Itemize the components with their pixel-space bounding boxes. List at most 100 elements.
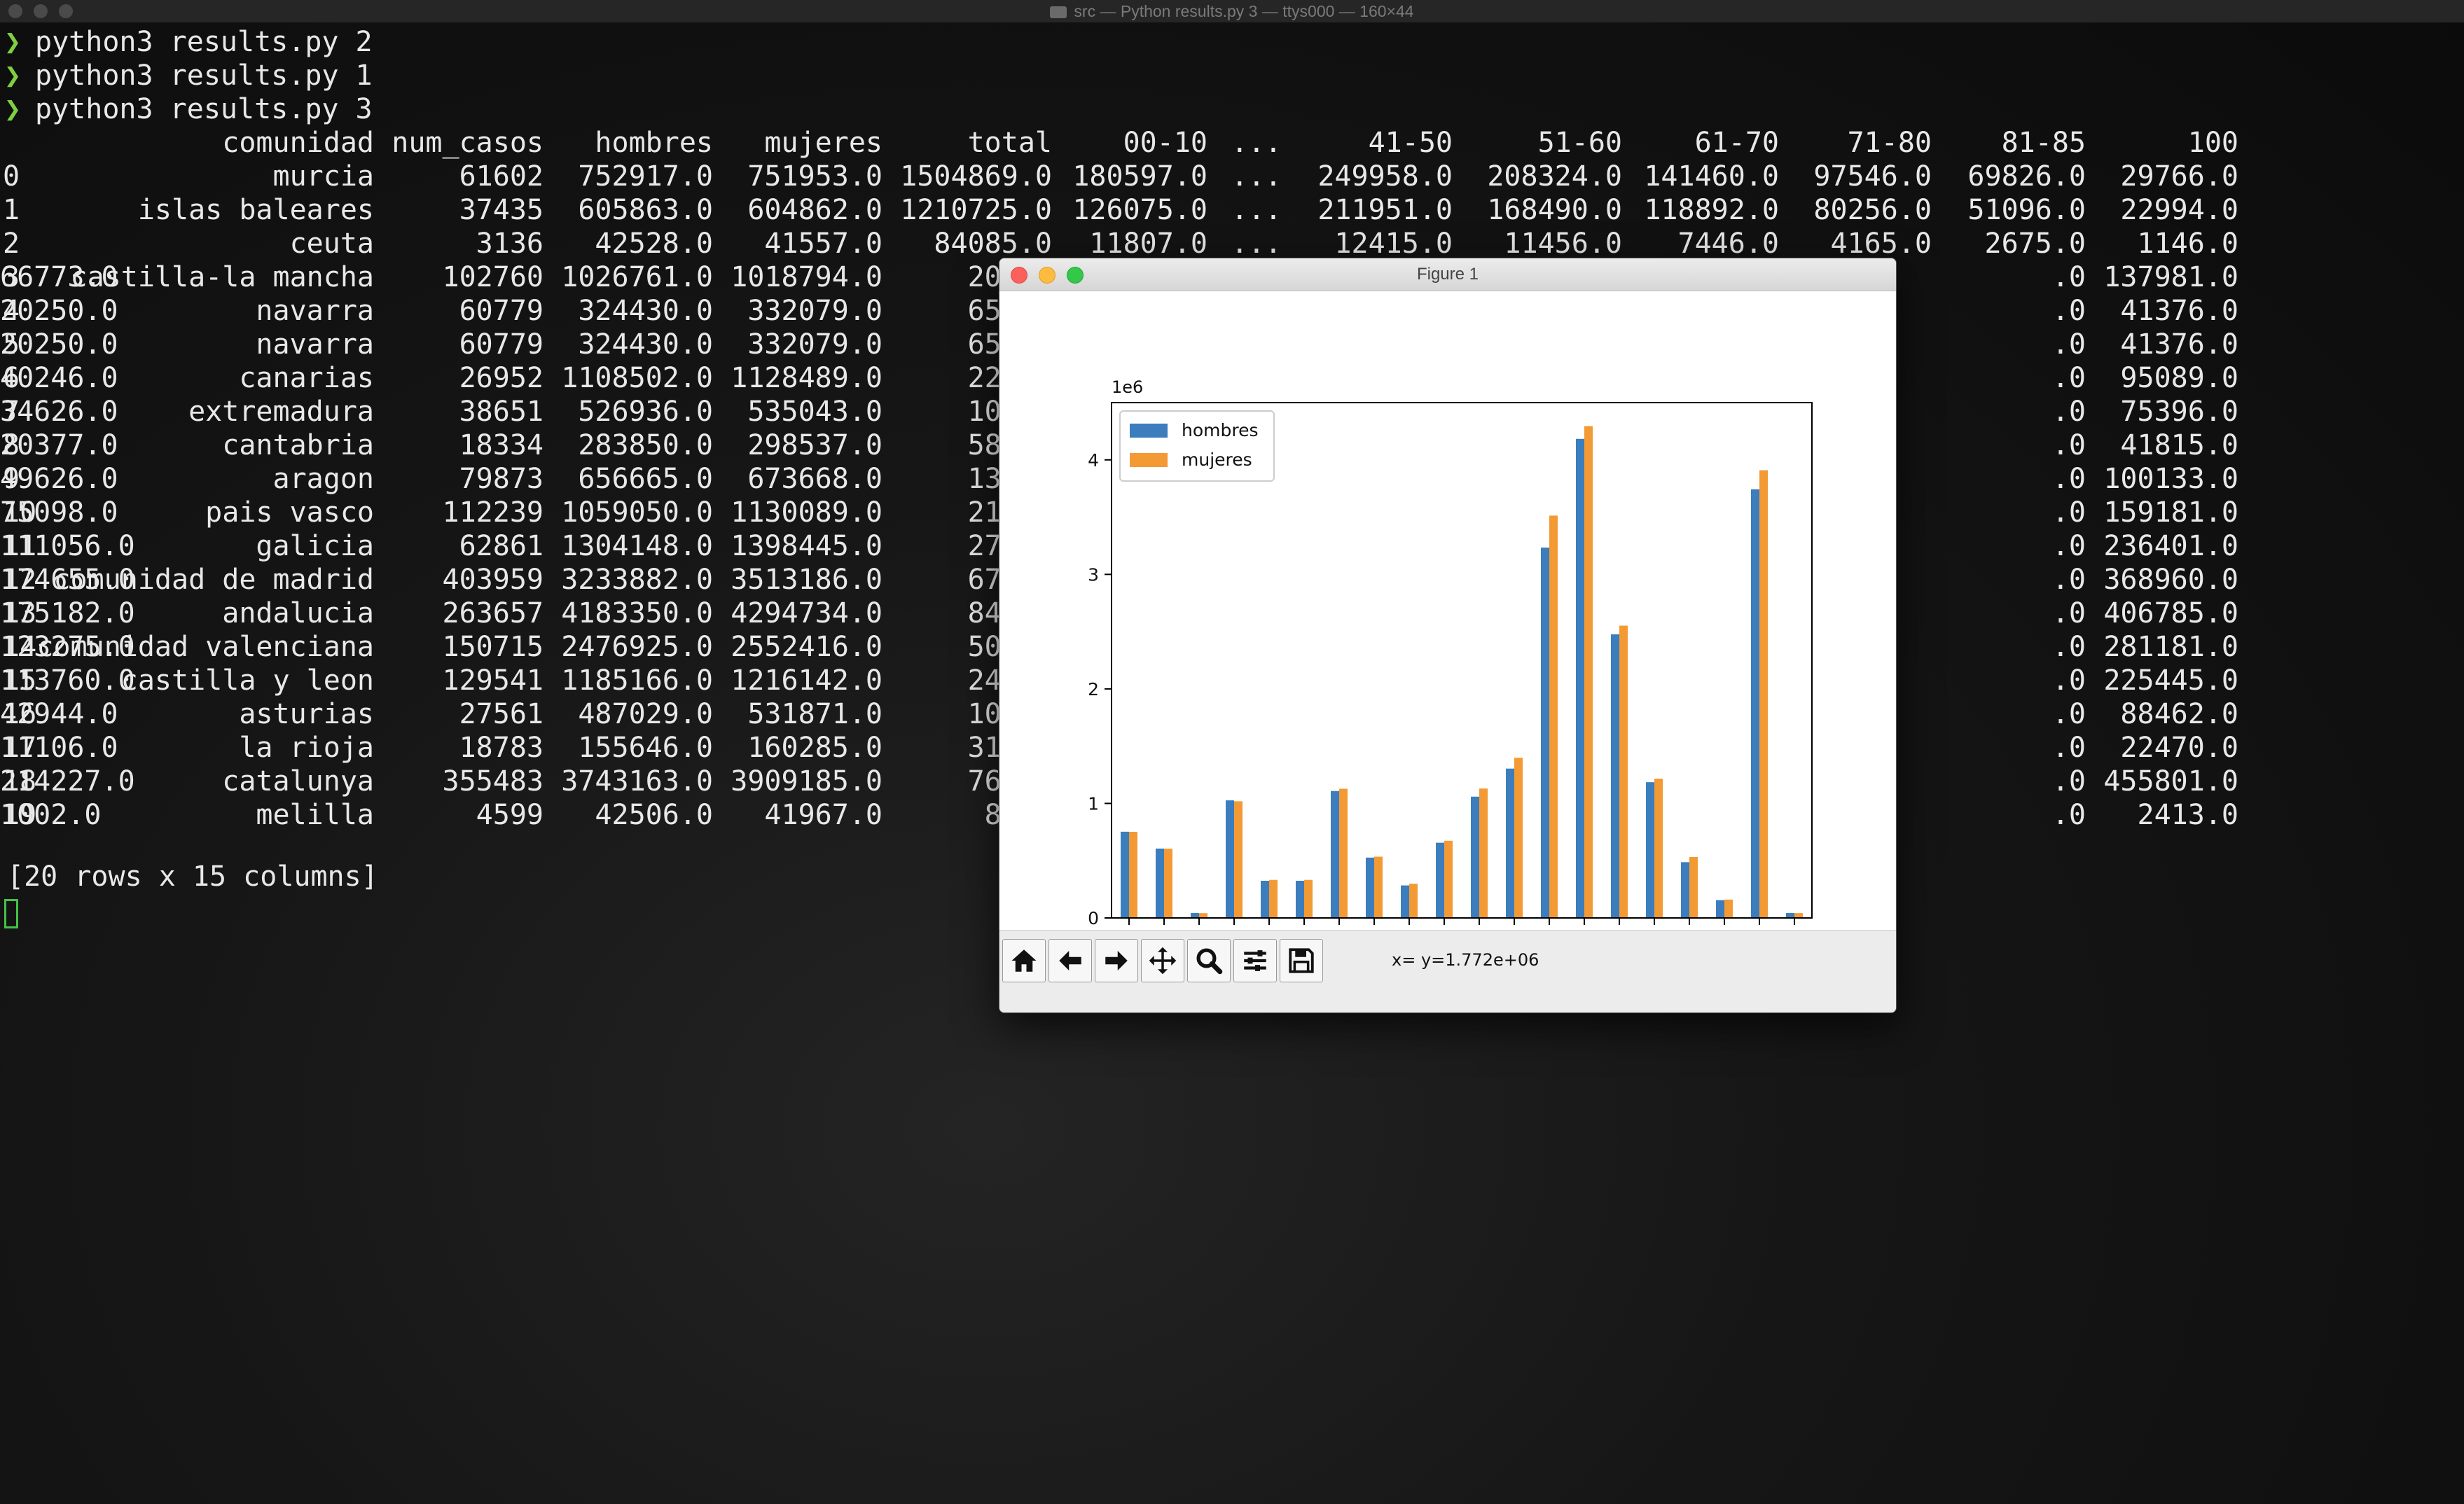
table-cell: 2413.0 bbox=[2137, 799, 2239, 831]
y-tick-label: 4 bbox=[1088, 450, 1099, 471]
column-header: comunidad bbox=[222, 127, 374, 159]
terminal-titlebar: src — Python results.py 3 — ttys000 — 16… bbox=[0, 0, 2464, 23]
pan-button[interactable] bbox=[1141, 939, 1184, 982]
mujeres-bar bbox=[1374, 856, 1383, 918]
mujeres-bar bbox=[1304, 879, 1313, 918]
y-tick-label: 2 bbox=[1088, 679, 1099, 699]
table-cell: 118892.0 bbox=[1644, 194, 1779, 226]
table-cell: 51096.0 bbox=[1967, 194, 2086, 226]
column-header: 00-10 bbox=[1123, 127, 1207, 159]
table-cell: ... bbox=[1231, 228, 1282, 260]
mujeres-bar bbox=[1724, 899, 1733, 918]
hombres-bar bbox=[1716, 900, 1724, 918]
table-cell: .0 bbox=[2051, 396, 2086, 428]
table-cell: .0 bbox=[2051, 631, 2086, 663]
table-cell: 159181.0 bbox=[2103, 496, 2238, 529]
back-icon bbox=[1059, 951, 1081, 970]
back-button[interactable] bbox=[1048, 939, 1092, 982]
table-cell: 752917.0 bbox=[578, 160, 713, 193]
table-cell: 751953.0 bbox=[747, 160, 883, 193]
table-cell: 4165.0 bbox=[1830, 228, 1932, 260]
configure-button[interactable] bbox=[1233, 939, 1277, 982]
column-header: 71-80 bbox=[1847, 127, 1932, 159]
prompt-arrow-icon: ❯ bbox=[4, 60, 22, 92]
hombres-bar bbox=[1751, 489, 1759, 918]
forward-button[interactable] bbox=[1095, 939, 1138, 982]
legend: hombres mujeres bbox=[1119, 410, 1275, 482]
table-cell: .0 bbox=[2051, 261, 2086, 293]
table-cell: canarias bbox=[239, 362, 374, 394]
table-cell: 211951.0 bbox=[1317, 194, 1453, 226]
figure-titlebar[interactable]: Figure 1 bbox=[999, 258, 1896, 291]
table-cell: 249958.0 bbox=[1317, 160, 1453, 193]
table-cell: 1059050.0 bbox=[561, 496, 713, 529]
column-header: hombres bbox=[595, 127, 713, 159]
table-cell: 20377.0 bbox=[0, 429, 118, 461]
table-cell: 1026761.0 bbox=[561, 261, 713, 293]
table-cell: .0 bbox=[2051, 362, 2086, 394]
table-cell: .0 bbox=[2051, 530, 2086, 562]
table-cell: 283850.0 bbox=[578, 429, 713, 461]
y-tick-label: 0 bbox=[1088, 908, 1099, 928]
table-cell: 66773.0 bbox=[0, 261, 118, 293]
y-tick-label: 1 bbox=[1088, 793, 1099, 814]
table-cell: 324430.0 bbox=[578, 328, 713, 361]
figure-title: Figure 1 bbox=[1416, 265, 1479, 284]
folder-icon bbox=[1050, 6, 1067, 18]
save-button[interactable] bbox=[1280, 939, 1323, 982]
table-cell: 1210725.0 bbox=[900, 194, 1052, 226]
table-cell: 174655.0 bbox=[0, 564, 135, 596]
table-cell: 1002.0 bbox=[0, 799, 102, 831]
table-cell: 1398445.0 bbox=[731, 530, 883, 562]
table-cell: 225445.0 bbox=[2103, 664, 2238, 697]
table-cell: andalucia bbox=[222, 597, 374, 629]
table-cell: 41557.0 bbox=[764, 228, 883, 260]
mujeres-bar bbox=[1619, 625, 1628, 918]
table-cell: 168490.0 bbox=[1487, 194, 1622, 226]
hombres-bar bbox=[1261, 880, 1269, 918]
hombres-bar bbox=[1786, 913, 1794, 918]
bar-chart[interactable]: 01234 nurcialearesceutaanchanavarranavar… bbox=[999, 291, 1896, 930]
figure-window[interactable]: Figure 1 01234 nurcialearesceutaanchanav… bbox=[999, 258, 1897, 1013]
table-cell: 49626.0 bbox=[0, 463, 118, 495]
table-cell: 129541 bbox=[442, 664, 544, 697]
prompt-arrow-icon: ❯ bbox=[4, 93, 22, 125]
table-cell: 7446.0 bbox=[1677, 228, 1780, 260]
table-cell: 22994.0 bbox=[2120, 194, 2238, 226]
column-header: 81-85 bbox=[2001, 127, 2086, 159]
table-cell: 20250.0 bbox=[0, 328, 118, 361]
table-cell: 12415.0 bbox=[1334, 228, 1453, 260]
mujeres-bar bbox=[1164, 849, 1172, 918]
save-icon bbox=[1289, 948, 1314, 973]
table-cell: 41967.0 bbox=[764, 799, 883, 831]
home-icon bbox=[1011, 949, 1037, 972]
table-cell: 75098.0 bbox=[0, 496, 118, 529]
table-cell: 75396.0 bbox=[2120, 396, 2238, 428]
table-cell: .0 bbox=[2051, 496, 2086, 529]
table-cell: 1018794.0 bbox=[731, 261, 883, 293]
table-cell: 403959 bbox=[442, 564, 544, 596]
table-cell: 41376.0 bbox=[2120, 328, 2238, 361]
table-cell: 34626.0 bbox=[0, 396, 118, 428]
table-cell: 1185166.0 bbox=[561, 664, 713, 697]
table-cell: 88462.0 bbox=[2120, 698, 2238, 730]
column-header: num_casos bbox=[392, 127, 544, 159]
mujeres-bar bbox=[1689, 857, 1698, 918]
table-cell: 95089.0 bbox=[2120, 362, 2238, 394]
table-cell: 11456.0 bbox=[1504, 228, 1622, 260]
zoom-button[interactable] bbox=[1187, 939, 1231, 982]
hombres-bar bbox=[1191, 913, 1199, 918]
table-cell: 324430.0 bbox=[578, 295, 713, 327]
table-cell: 18334 bbox=[459, 429, 544, 461]
command-text: python3 results.py 2 bbox=[35, 26, 373, 58]
table-cell: 332079.0 bbox=[747, 295, 883, 327]
home-button[interactable] bbox=[1002, 939, 1046, 982]
mujeres-bar bbox=[1444, 840, 1453, 918]
table-cell: cantabria bbox=[222, 429, 374, 461]
table-cell: 4183350.0 bbox=[561, 597, 713, 629]
table-cell: 112239 bbox=[442, 496, 544, 529]
table-cell: 3909185.0 bbox=[731, 765, 883, 798]
table-cell: 18783 bbox=[459, 732, 544, 764]
table-cell: .0 bbox=[2051, 765, 2086, 798]
mujeres-bar bbox=[1269, 879, 1278, 918]
